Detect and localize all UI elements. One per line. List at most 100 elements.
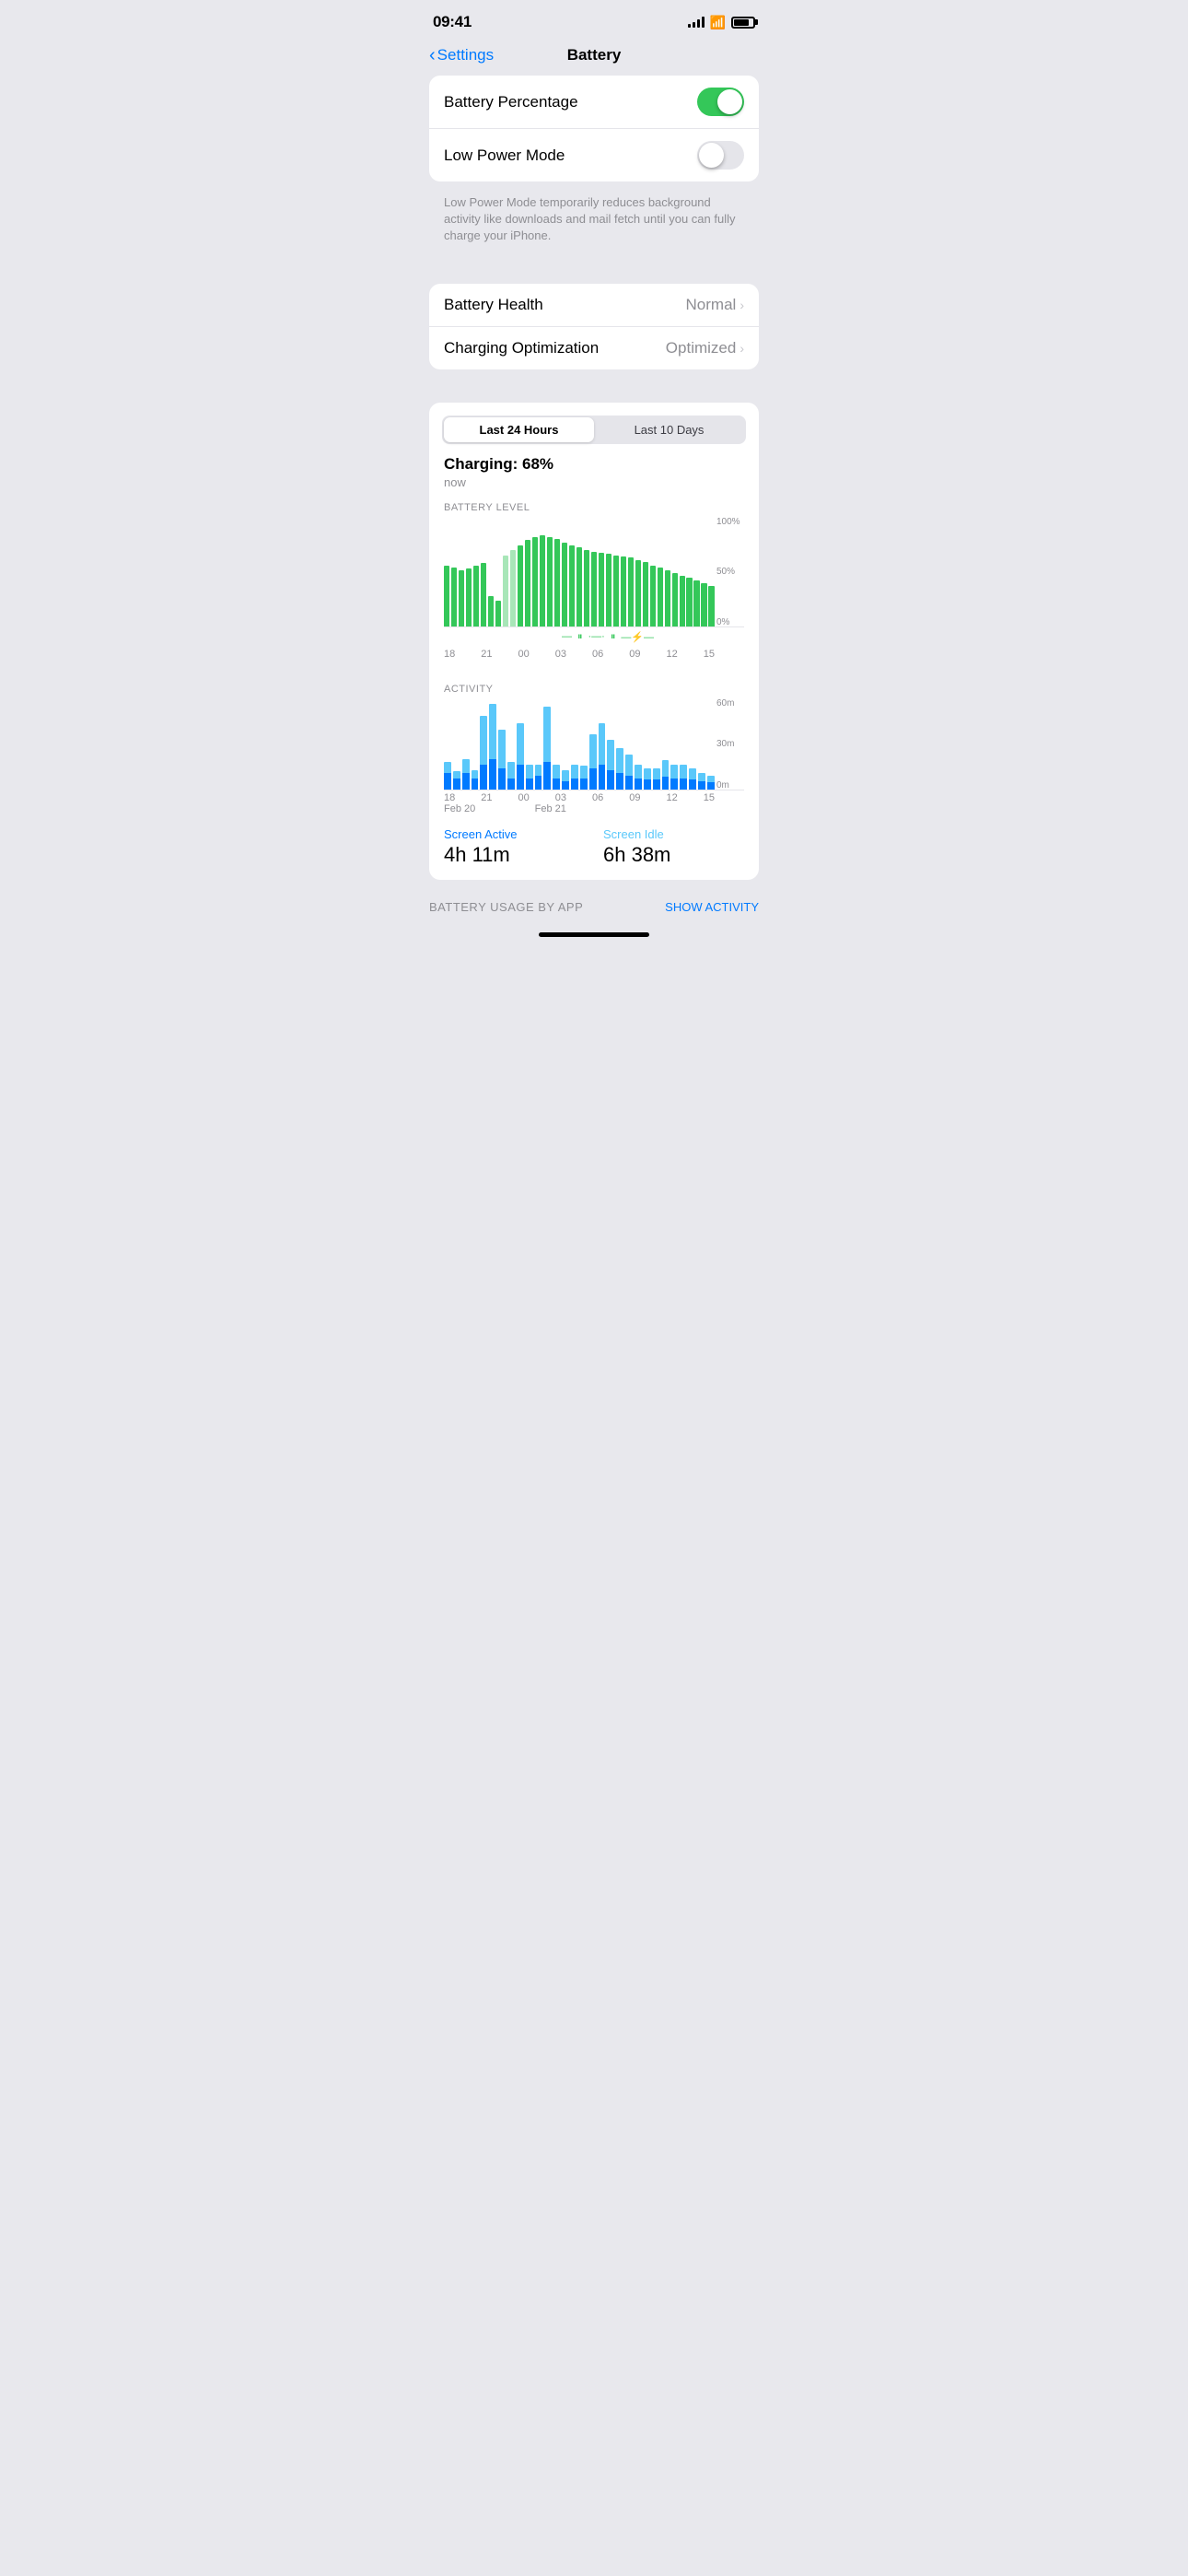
- activity-bar-group-8: [517, 723, 524, 790]
- act-bar-top-21: [635, 765, 642, 779]
- y-label-50: 50%: [716, 567, 744, 577]
- battery-bar-9: [510, 550, 516, 626]
- low-power-mode-row: Low Power Mode: [429, 128, 759, 181]
- charging-optimization-label: Charging Optimization: [444, 339, 599, 357]
- usage-by-app-label: BATTERY USAGE BY APP: [429, 900, 583, 914]
- x-axis-dates: Feb 20 Feb 21: [444, 803, 744, 814]
- act-x-label-00: 00: [518, 792, 530, 803]
- x-axis-activity: 18 21 00 03 06 09 12 15: [444, 790, 744, 803]
- act-bar-top-3: [472, 770, 479, 779]
- act-x-label-15: 15: [704, 792, 715, 803]
- act-x-label-09: 09: [629, 792, 640, 803]
- battery-percentage-toggle[interactable]: [697, 88, 744, 116]
- activity-bar-group-10: [535, 765, 542, 790]
- act-bar-top-13: [562, 770, 569, 781]
- battery-bar-6: [488, 596, 494, 626]
- activity-bar-group-9: [526, 765, 533, 790]
- x-label-09: 09: [629, 649, 640, 660]
- act-x-label-06: 06: [592, 792, 603, 803]
- screen-idle-stat: Screen Idle 6h 38m: [603, 827, 744, 867]
- act-bar-bot-18: [607, 770, 614, 790]
- act-bar-top-5: [489, 704, 496, 759]
- low-power-mode-label: Low Power Mode: [444, 146, 565, 165]
- activity-bar-group-4: [480, 716, 487, 790]
- x-label-15: 15: [704, 649, 715, 660]
- battery-bar-23: [613, 556, 619, 626]
- battery-bar-24: [621, 556, 626, 626]
- charging-icon-4: ⏸: [611, 631, 616, 643]
- act-bar-top-4: [480, 716, 487, 765]
- act-x-label-03: 03: [555, 792, 566, 803]
- show-activity-button[interactable]: SHOW ACTIVITY: [665, 900, 759, 914]
- activity-bar-group-6: [498, 730, 506, 790]
- battery-percentage-label: Battery Percentage: [444, 93, 578, 111]
- act-bar-top-6: [498, 730, 506, 768]
- act-bar-top-22: [644, 768, 651, 779]
- activity-chart-label: ACTIVITY: [444, 684, 744, 695]
- activity-bar-group-0: [444, 762, 451, 790]
- act-bar-bot-14: [571, 779, 578, 790]
- act-bar-top-7: [507, 762, 515, 779]
- battery-bar-25: [628, 557, 634, 626]
- act-bar-top-20: [625, 755, 633, 776]
- battery-health-label: Battery Health: [444, 296, 543, 314]
- activity-bar-group-28: [698, 773, 705, 790]
- screen-idle-label: Screen Idle: [603, 827, 744, 841]
- battery-bar-0: [444, 566, 449, 626]
- battery-bar-5: [481, 563, 486, 626]
- activity-chart: [444, 698, 744, 790]
- content: Battery Percentage Low Power Mode Low Po…: [414, 76, 774, 880]
- x-label-18: 18: [444, 649, 455, 660]
- battery-bar-4: [473, 566, 479, 626]
- back-label: Settings: [437, 46, 494, 64]
- act-bar-bot-23: [653, 779, 660, 790]
- low-power-mode-toggle[interactable]: [697, 141, 744, 170]
- chevron-right-icon-2: ›: [740, 341, 744, 356]
- battery-bar-29: [658, 568, 663, 626]
- activity-bar-group-15: [580, 766, 588, 790]
- act-bar-top-27: [689, 768, 696, 779]
- activity-bar-group-12: [553, 765, 560, 790]
- activity-bar-group-1: [453, 771, 460, 790]
- battery-bar-31: [672, 573, 678, 626]
- activity-bar-group-7: [507, 762, 515, 790]
- act-bar-top-15: [580, 766, 588, 779]
- act-bar-bot-13: [562, 781, 569, 790]
- act-bar-bot-28: [698, 781, 705, 790]
- battery-bar-36: [708, 586, 714, 626]
- battery-bar-16: [562, 543, 567, 626]
- charging-icons-row: — ⏸ ·—· ⏸ —⚡—: [444, 631, 744, 643]
- act-bar-bot-0: [444, 773, 451, 790]
- battery-bar-21: [599, 553, 604, 626]
- act-bar-bot-19: [616, 773, 623, 790]
- charging-optimization-row[interactable]: Charging Optimization Optimized ›: [429, 326, 759, 369]
- battery-bar-1: [451, 568, 457, 626]
- act-bar-bot-3: [472, 779, 479, 790]
- tab-last-24-hours[interactable]: Last 24 Hours: [444, 417, 594, 442]
- back-chevron-icon: ‹: [429, 46, 436, 64]
- act-x-label-18: 18: [444, 792, 455, 803]
- page-title: Battery: [567, 46, 622, 64]
- back-button[interactable]: ‹ Settings: [429, 46, 494, 64]
- home-indicator: [414, 925, 774, 943]
- battery-health-row[interactable]: Battery Health Normal ›: [429, 284, 759, 326]
- battery-bar-8: [503, 556, 508, 626]
- battery-bar-15: [554, 539, 560, 626]
- act-bar-bot-22: [644, 779, 651, 790]
- screen-active-label: Screen Active: [444, 827, 585, 841]
- stats-row: Screen Active 4h 11m Screen Idle 6h 38m: [429, 814, 759, 880]
- battery-percentage-row: Battery Percentage: [429, 76, 759, 128]
- battery-bar-13: [540, 535, 545, 626]
- act-bar-bot-15: [580, 779, 588, 790]
- act-bar-bot-29: [707, 782, 715, 790]
- activity-bar-group-19: [616, 748, 623, 790]
- tab-last-10-days[interactable]: Last 10 Days: [594, 417, 744, 442]
- act-x-label-21: 21: [481, 792, 492, 803]
- activity-bar-group-17: [599, 723, 606, 790]
- activity-bar-group-3: [472, 770, 479, 790]
- toggle-knob: [717, 89, 742, 114]
- act-bar-top-23: [653, 768, 660, 779]
- act-bar-bot-27: [689, 779, 696, 790]
- act-bar-top-10: [535, 765, 542, 776]
- x-label-21: 21: [481, 649, 492, 660]
